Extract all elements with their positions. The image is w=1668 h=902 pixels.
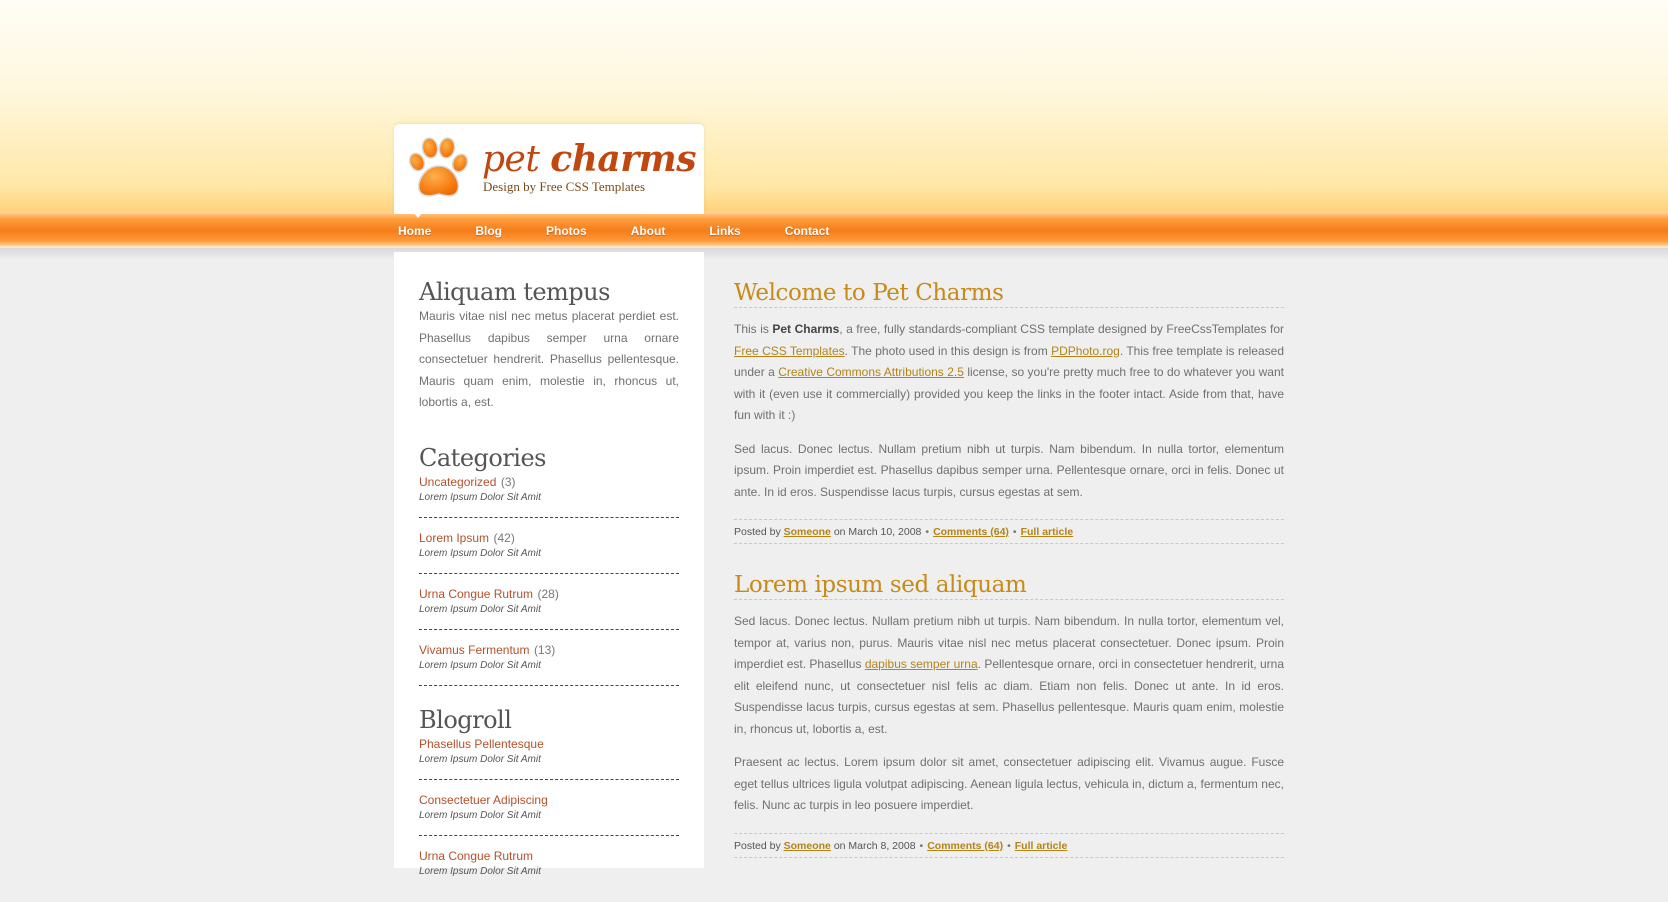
blogroll-desc: Lorem Ipsum Dolor Sit Amit: [419, 809, 541, 821]
post-meta: Posted by Someone on March 8, 2008 • Comme…: [734, 832, 1284, 858]
post-paragraph: This is Pet Charms, a free, fully standa…: [734, 319, 1284, 427]
post-paragraph: Praesent ac lectus. Lorem ipsum dolor si…: [734, 755, 1284, 812]
about-heading: Aliquam tempus: [419, 278, 610, 306]
nav-home[interactable]: Home: [398, 224, 431, 238]
separator: •: [919, 839, 924, 852]
posted-by-label: Posted by: [734, 526, 781, 538]
blogroll-desc: Lorem Ipsum Dolor Sit Amit: [419, 753, 541, 765]
category-count: (28): [537, 586, 559, 601]
blogroll-list: Phasellus Pellentesque Lorem Ipsum Dolor …: [419, 735, 679, 891]
blogroll-link[interactable]: Consectetuer Adipiscing: [419, 793, 548, 807]
category-desc: Lorem Ipsum Dolor Sit Amit: [419, 547, 541, 559]
category-desc: Lorem Ipsum Dolor Sit Amit: [419, 659, 541, 671]
bold-text: Pet Charms: [772, 322, 840, 336]
post-meta: Posted by Someone on March 10, 2008 • Comm…: [734, 519, 1284, 544]
comments-link[interactable]: Comments (64): [933, 526, 1009, 538]
post-paragraph: Sed lacus. Donec lectus. Nullam pretium …: [734, 441, 1284, 499]
site-tagline: Design by Free CSS Templates: [483, 179, 646, 194]
nav-blog[interactable]: Blog: [475, 224, 502, 238]
active-nav-pointer: [414, 213, 422, 218]
category-desc: Lorem Ipsum Dolor Sit Amit: [419, 603, 541, 615]
text: . The photo used in this design is from: [844, 343, 1052, 358]
blogroll-link[interactable]: Phasellus Pellentesque: [419, 737, 544, 751]
category-count: (42): [493, 530, 515, 545]
post-date: on March 8, 2008: [833, 839, 916, 852]
post-body: Sed lacus. Donec lectus. Nullam pretium …: [734, 611, 1284, 817]
nav-links[interactable]: Links: [709, 224, 740, 238]
category-item: Lorem Ipsum (42) Lorem Ipsum Dolor Sit Am…: [419, 529, 679, 574]
category-link[interactable]: Vivamus Fermentum: [419, 643, 529, 657]
post: Welcome to Pet Charms This is Pet Charms…: [734, 280, 1284, 544]
separator: •: [925, 526, 930, 538]
author-link[interactable]: Someone: [784, 526, 831, 538]
license-link[interactable]: Creative Commons Attributions 2.5: [778, 365, 964, 379]
post-title[interactable]: Welcome to Pet Charms: [734, 280, 1284, 308]
logo-box: pet charms Design by Free CSS Templates: [394, 124, 704, 214]
header-background: [0, 0, 1668, 212]
about-text: Mauris vitae nisl nec metus placerat per…: [419, 309, 679, 409]
blogroll-item: Urna Congue Rutrum Lorem Ipsum Dolor Sit …: [419, 847, 679, 891]
free-css-templates-link[interactable]: Free CSS Templates: [734, 344, 845, 358]
paw-icon: [408, 137, 469, 197]
pdphoto-link[interactable]: PDPhoto.rog: [1051, 344, 1120, 358]
nav-photos[interactable]: Photos: [546, 224, 587, 238]
blogroll-item: Consectetuer Adipiscing Lorem Ipsum Dolor…: [419, 791, 679, 836]
category-link[interactable]: Urna Congue Rutrum: [419, 587, 533, 601]
post-title[interactable]: Lorem ipsum sed aliquam: [734, 572, 1284, 600]
main-nav: Home Blog Photos About Links Contact: [398, 222, 873, 240]
category-item: Vivamus Fermentum (13) Lorem Ipsum Dolor …: [419, 641, 679, 686]
blogroll-heading: Blogroll: [419, 705, 512, 734]
blogroll-item: Phasellus Pellentesque Lorem Ipsum Dolor …: [419, 735, 679, 780]
posted-by-label: Posted by: [734, 839, 781, 852]
post-date: on March 10, 2008: [833, 526, 922, 538]
categories-list: Uncategorized (3) Lorem Ipsum Dolor Sit A…: [419, 473, 679, 686]
site-title-bold: charms: [550, 138, 697, 180]
text: This is: [734, 322, 773, 336]
category-item: Uncategorized (3) Lorem Ipsum Dolor Sit A…: [419, 473, 679, 518]
category-link[interactable]: Lorem Ipsum: [419, 531, 489, 545]
full-article-link[interactable]: Full article: [1021, 526, 1074, 538]
post-body: This is Pet Charms, a free, fully standa…: [734, 319, 1284, 503]
author-link[interactable]: Someone: [784, 840, 831, 852]
comments-link[interactable]: Comments (64): [927, 840, 1003, 852]
full-article-link[interactable]: Full article: [1015, 840, 1068, 852]
category-link[interactable]: Uncategorized: [419, 475, 496, 489]
category-item: Urna Congue Rutrum (28) Lorem Ipsum Dolor…: [419, 585, 679, 630]
main-content: Welcome to Pet Charms This is Pet Charms…: [734, 280, 1284, 858]
categories-heading: Categories: [419, 443, 547, 472]
separator: •: [1007, 839, 1011, 852]
category-count: (13): [533, 642, 556, 657]
site-title-light: pet: [482, 139, 540, 180]
dapibus-link[interactable]: dapibus semper urna: [865, 657, 978, 671]
blogroll-desc: Lorem Ipsum Dolor Sit Amit: [419, 865, 541, 877]
nav-shadow: [0, 248, 1668, 260]
nav-contact[interactable]: Contact: [785, 224, 830, 238]
post: Lorem ipsum sed aliquam Sed lacus. Donec…: [734, 572, 1284, 858]
category-desc: Lorem Ipsum Dolor Sit Amit: [419, 491, 541, 503]
blogroll-link[interactable]: Urna Congue Rutrum: [419, 849, 533, 863]
post-paragraph: Sed lacus. Donec lectus. Nullam pretium …: [734, 611, 1284, 740]
site-title[interactable]: pet charms: [482, 138, 697, 180]
nav-about[interactable]: About: [631, 224, 666, 238]
sidebar: Aliquam tempus Mauris vitae nisl nec met…: [394, 252, 704, 877]
separator: •: [1012, 526, 1017, 538]
text: , a free, fully standards-compliant CSS …: [839, 322, 1284, 336]
category-count: (3): [500, 474, 516, 489]
